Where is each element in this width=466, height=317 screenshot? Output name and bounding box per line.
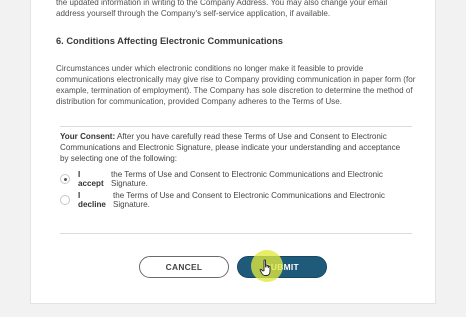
accept-option-bold: I accept [78, 170, 104, 188]
decline-option[interactable]: I decline the Terms of Use and Consent t… [60, 191, 420, 209]
accept-option-text: the Terms of Use and Consent to Electron… [110, 170, 383, 188]
section-paragraph: Circumstances under which electronic con… [56, 64, 416, 106]
truncated-paragraph: the updated information in writing to th… [56, 0, 388, 18]
consent-card: the updated information in writing to th… [30, 0, 436, 304]
cancel-button[interactable]: CANCEL [139, 256, 229, 278]
consent-label: Your Consent: [60, 132, 116, 141]
divider [60, 126, 412, 127]
decline-option-bold: I decline [78, 191, 106, 209]
section-heading: 6. Conditions Affecting Electronic Commu… [56, 36, 283, 46]
decline-radio[interactable] [60, 195, 70, 205]
consent-intro: Your Consent: After you have carefully r… [60, 131, 410, 164]
hand-pointer-icon [259, 259, 271, 276]
accept-radio[interactable] [60, 174, 70, 184]
divider [60, 233, 412, 234]
decline-option-text: the Terms of Use and Consent to Electron… [112, 191, 385, 209]
accept-option[interactable]: I accept the Terms of Use and Consent to… [60, 170, 420, 188]
